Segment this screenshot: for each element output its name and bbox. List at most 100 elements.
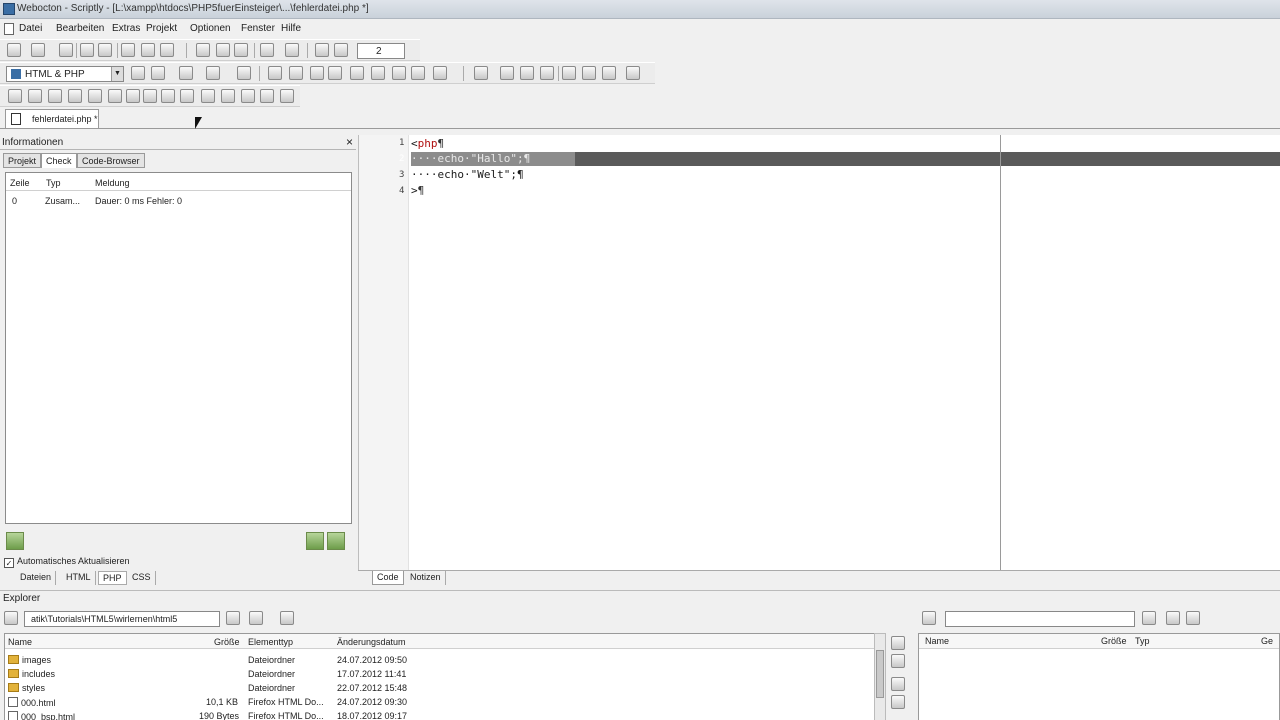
pen-icon[interactable]: [310, 66, 324, 80]
comment-icon[interactable]: [562, 66, 576, 80]
brush-icon[interactable]: [602, 66, 616, 80]
tab-notizen[interactable]: Notizen: [406, 571, 446, 585]
file-list-scrollbar[interactable]: [874, 633, 886, 720]
disconnect-icon[interactable]: [891, 695, 905, 709]
wrap-icon[interactable]: [68, 89, 82, 103]
tab-html[interactable]: HTML: [62, 571, 96, 585]
document-icon[interactable]: [520, 66, 534, 80]
image-icon[interactable]: [206, 66, 220, 80]
clipboard-icon[interactable]: [126, 89, 140, 103]
column-header-ge[interactable]: Ge: [1261, 636, 1273, 646]
run-check-icon[interactable]: [306, 532, 324, 550]
menu-bearbeiten[interactable]: Bearbeiten: [56, 23, 104, 34]
grid-icon[interactable]: [371, 66, 385, 80]
document-icon[interactable]: [4, 23, 14, 35]
lock-icon[interactable]: [143, 89, 157, 103]
refresh-check-icon[interactable]: [6, 532, 24, 550]
copy-icon[interactable]: [216, 43, 230, 57]
open-file-icon[interactable]: [31, 43, 45, 57]
connect-icon[interactable]: [891, 677, 905, 691]
eye-closed-icon[interactable]: [180, 89, 194, 103]
page-icon[interactable]: [500, 66, 514, 80]
menu-datei[interactable]: Datei: [19, 23, 42, 34]
refresh-icon[interactable]: [249, 611, 263, 625]
refresh-icon[interactable]: [8, 89, 22, 103]
stop-check-icon[interactable]: [327, 532, 345, 550]
arrow-left-icon[interactable]: [891, 636, 905, 650]
tab-projekt[interactable]: Projekt: [3, 153, 42, 168]
layout-icon[interactable]: [280, 89, 294, 103]
column-header-name[interactable]: Name: [925, 636, 949, 646]
preview-icon[interactable]: [141, 43, 155, 57]
column-header-elementtyp[interactable]: Elementtyp: [248, 637, 293, 647]
lines-icon[interactable]: [48, 89, 62, 103]
menu-fenster[interactable]: Fenster: [241, 23, 275, 34]
tab-code-browser[interactable]: Code-Browser: [77, 153, 145, 168]
save-icon[interactable]: [59, 43, 73, 57]
tab-dateien[interactable]: Dateien: [16, 571, 57, 585]
file-tab-fehlerdatei[interactable]: fehlerdatei.php *: [5, 109, 99, 128]
code-line-4[interactable]: >¶: [411, 184, 424, 197]
column-header-aenderungsdatum[interactable]: Änderungsdatum: [337, 637, 406, 647]
indent-icon[interactable]: [315, 43, 329, 57]
auto-refresh-toggle[interactable]: ✓ Automatisches Aktualisieren: [4, 556, 130, 568]
panel-icon[interactable]: [241, 89, 255, 103]
auto-refresh-checkbox[interactable]: ✓: [4, 558, 14, 568]
code-line-2[interactable]: ····echo·"Hallo";¶: [411, 152, 530, 165]
column-header-zeile[interactable]: Zeile: [10, 178, 30, 188]
pencil-icon[interactable]: [582, 66, 596, 80]
home-icon[interactable]: [350, 66, 364, 80]
paste-icon[interactable]: [234, 43, 248, 57]
close-icon[interactable]: [28, 89, 42, 103]
add-icon[interactable]: [1142, 611, 1156, 625]
scrollbar-thumb[interactable]: [876, 650, 884, 698]
print-icon[interactable]: [121, 43, 135, 57]
column-header-groesse[interactable]: Größe: [214, 637, 240, 647]
column-header-typ[interactable]: Typ: [1135, 636, 1150, 646]
search-icon[interactable]: [108, 89, 122, 103]
tab-code[interactable]: Code: [372, 571, 404, 585]
table-icon[interactable]: [151, 66, 165, 80]
tab-php[interactable]: PHP: [98, 571, 127, 585]
monitor-icon[interactable]: [433, 66, 447, 80]
code-line-3[interactable]: ····echo·"Welt";¶: [411, 168, 524, 181]
outdent-icon[interactable]: [334, 43, 348, 57]
redo-icon[interactable]: [285, 43, 299, 57]
save-all-icon[interactable]: [80, 43, 94, 57]
window-icon[interactable]: [626, 66, 640, 80]
menu-optionen[interactable]: Optionen: [190, 23, 231, 34]
explorer-path-input[interactable]: atik\Tutorials\HTML5\wirlernen\html5: [24, 611, 220, 627]
form-icon[interactable]: [268, 66, 282, 80]
code-line-1[interactable]: <php¶: [411, 137, 444, 150]
list-icon[interactable]: [474, 66, 488, 80]
column-header-name[interactable]: Name: [8, 637, 32, 647]
undo-icon[interactable]: [260, 43, 274, 57]
link-icon[interactable]: [237, 66, 251, 80]
color-icon[interactable]: [179, 66, 193, 80]
eye-icon[interactable]: [161, 89, 175, 103]
anchor-icon[interactable]: [328, 66, 342, 80]
menu-hilfe[interactable]: Hilfe: [281, 23, 301, 34]
input-icon[interactable]: [289, 66, 303, 80]
server-icon[interactable]: [922, 611, 936, 625]
drive-icon[interactable]: [4, 611, 18, 625]
arrow-right-icon[interactable]: [891, 654, 905, 668]
counter-input[interactable]: 2: [357, 43, 405, 59]
tab-css[interactable]: CSS: [128, 571, 156, 585]
up-arrow-icon[interactable]: [226, 611, 240, 625]
ftp-icon[interactable]: [160, 43, 174, 57]
code-editor[interactable]: 1 2 3 4 <php¶ ····echo·"Hallo";¶ ····ech…: [358, 135, 1280, 570]
tab-check[interactable]: Check: [41, 153, 77, 168]
frame-icon[interactable]: [392, 66, 406, 80]
bookmark-icon[interactable]: [88, 89, 102, 103]
record-icon[interactable]: [1166, 611, 1180, 625]
export-icon[interactable]: [201, 89, 215, 103]
gear-icon[interactable]: [540, 66, 554, 80]
close-file-icon[interactable]: [98, 43, 112, 57]
split-icon[interactable]: [221, 89, 235, 103]
chevron-down-icon[interactable]: ▼: [111, 67, 123, 81]
filter-icon[interactable]: [280, 611, 294, 625]
menu-projekt[interactable]: Projekt: [146, 23, 177, 34]
column-header-meldung[interactable]: Meldung: [95, 178, 130, 188]
settings-icon[interactable]: [1186, 611, 1200, 625]
